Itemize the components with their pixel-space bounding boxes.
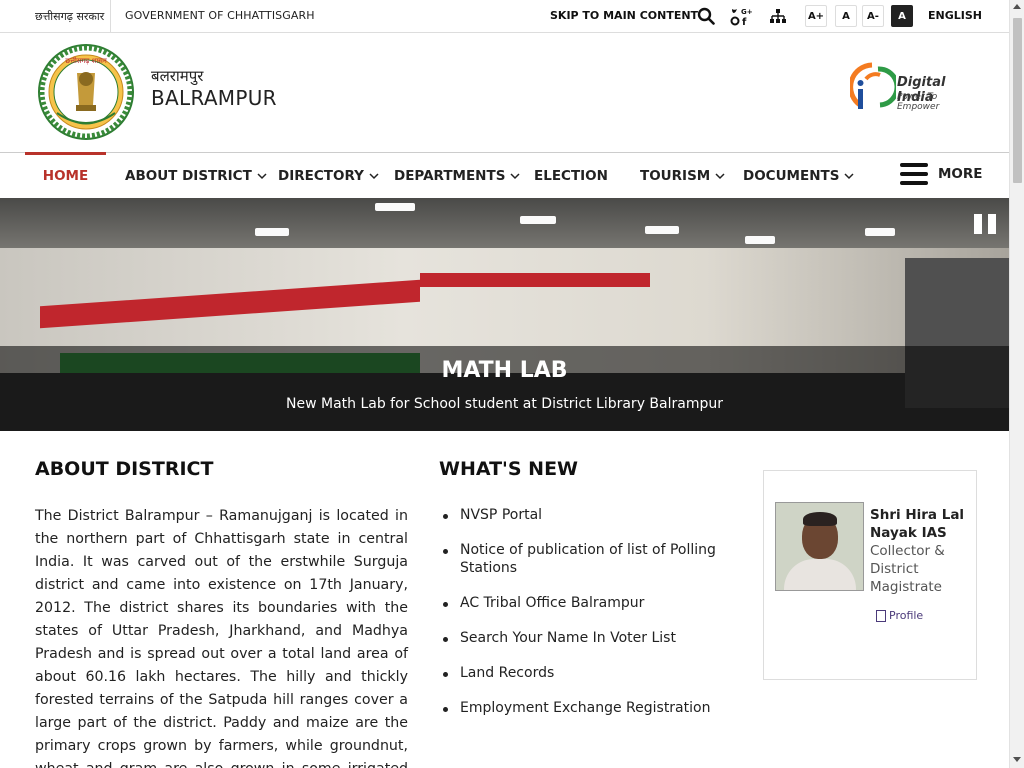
- nav-label: DEPARTMENTS: [394, 167, 506, 184]
- nav-about-district[interactable]: ABOUT DISTRICT: [125, 153, 267, 198]
- hamburger-menu-icon: [900, 163, 928, 185]
- profile-link[interactable]: Profile: [876, 609, 923, 622]
- nav-tourism[interactable]: TOURISM: [640, 153, 725, 198]
- main-navigation: HOME ABOUT DISTRICT DIRECTORY DEPARTMENT…: [0, 152, 1009, 198]
- digital-india-tagline: Power To Empower: [897, 92, 940, 112]
- chevron-down-icon: [715, 172, 725, 179]
- chevron-down-icon: [510, 172, 520, 179]
- nav-election[interactable]: ELECTION: [534, 153, 608, 198]
- social-media-icon[interactable]: G+ f: [730, 5, 752, 27]
- gov-english-link[interactable]: GOVERNMENT OF CHHATTISGARH: [125, 9, 315, 22]
- profile-link-label: Profile: [889, 609, 924, 622]
- scroll-up-arrow-icon[interactable]: [1013, 4, 1021, 9]
- high-contrast-button[interactable]: A: [891, 5, 913, 27]
- language-switch[interactable]: ENGLISH: [928, 9, 982, 22]
- nav-label: ABOUT DISTRICT: [125, 167, 252, 184]
- news-item-link[interactable]: Search Your Name In Voter List: [443, 629, 733, 647]
- news-item-link[interactable]: AC Tribal Office Balrampur: [443, 594, 733, 612]
- digital-india-mark-icon: [850, 62, 896, 109]
- banner-image-stripe: [420, 273, 650, 287]
- font-normal-button[interactable]: A: [835, 5, 857, 27]
- site-title-hindi[interactable]: बलरामपुर: [151, 66, 203, 86]
- font-increase-button[interactable]: A+: [805, 5, 827, 27]
- gov-hindi-link[interactable]: छत्तीसगढ़ सरकार: [35, 9, 104, 24]
- photo-shirt: [784, 559, 856, 590]
- collector-role: Collector & District Magistrate: [870, 543, 945, 595]
- collector-profile-card: Shri Hira Lal Nayak IAS Collector & Dist…: [763, 470, 977, 680]
- svg-text:f: f: [742, 17, 747, 26]
- nav-label: ELECTION: [534, 167, 608, 184]
- nav-label: TOURISM: [640, 167, 711, 184]
- font-decrease-button[interactable]: A-: [862, 5, 884, 27]
- about-district-text: The District Balrampur – Ramanujganj is …: [35, 508, 408, 768]
- chhattisgarh-emblem-logo[interactable]: छत्तीसगढ़ शासन: [37, 43, 135, 141]
- news-item-link[interactable]: Land Records: [443, 664, 733, 682]
- collector-photo: [775, 502, 864, 591]
- svg-text:G+: G+: [741, 8, 752, 16]
- ceiling-light: [520, 216, 556, 224]
- nav-more-button[interactable]: MORE: [900, 163, 983, 185]
- chevron-down-icon: [369, 172, 379, 179]
- news-item-link[interactable]: Employment Exchange Registration: [443, 699, 733, 717]
- nav-departments[interactable]: DEPARTMENTS: [394, 153, 520, 198]
- nav-documents[interactable]: DOCUMENTS: [743, 153, 854, 198]
- ceiling-light: [745, 236, 775, 244]
- scrollbar-thumb[interactable]: [1013, 18, 1022, 183]
- news-item-link[interactable]: NVSP Portal: [443, 506, 733, 524]
- about-district-heading: ABOUT DISTRICT: [35, 458, 214, 480]
- divider: [110, 0, 111, 33]
- nav-label: DOCUMENTS: [743, 167, 840, 184]
- ceiling-light: [375, 203, 415, 211]
- photo-hair: [803, 512, 837, 526]
- sitemap-icon[interactable]: [767, 5, 789, 27]
- search-icon[interactable]: [695, 5, 717, 27]
- slide-title: MATH LAB: [441, 358, 568, 383]
- ceiling-light: [645, 226, 679, 234]
- pause-icon[interactable]: [974, 214, 996, 234]
- scroll-down-arrow-icon[interactable]: [1013, 757, 1021, 762]
- document-icon: [876, 609, 886, 622]
- site-title-english[interactable]: BALRAMPUR: [151, 86, 277, 110]
- ceiling-light: [255, 228, 289, 236]
- site-header: छत्तीसगढ़ शासन बलरामपुर BALRAMPUR Digita…: [0, 33, 1009, 153]
- chevron-down-icon: [257, 172, 267, 179]
- hero-slider[interactable]: MATH LAB New Math Lab for School student…: [0, 198, 1009, 431]
- page-scrollbar[interactable]: [1009, 0, 1024, 768]
- nav-label: HOME: [42, 168, 89, 184]
- whats-new-list: NVSP Portal Notice of publication of lis…: [443, 506, 733, 734]
- collector-name: Shri Hira Lal Nayak IAS: [870, 507, 965, 541]
- digital-india-logo[interactable]: Digital India Power To Empower: [850, 61, 980, 117]
- skip-to-content-link[interactable]: SKIP TO MAIN CONTENT: [550, 9, 698, 22]
- whats-new-heading: WHAT'S NEW: [439, 458, 579, 480]
- slide-subtitle: New Math Lab for School student at Distr…: [286, 396, 723, 412]
- chevron-down-icon: [844, 172, 854, 179]
- top-utility-bar: छत्तीसगढ़ सरकार GOVERNMENT OF CHHATTISGA…: [0, 0, 1009, 33]
- ceiling-light: [865, 228, 895, 236]
- svg-text:छत्तीसगढ़ शासन: छत्तीसगढ़ शासन: [65, 56, 107, 65]
- nav-more-label: MORE: [938, 166, 983, 182]
- news-item-link[interactable]: Notice of publication of list of Polling…: [443, 541, 733, 577]
- nav-home[interactable]: HOME: [25, 152, 106, 197]
- nav-label: DIRECTORY: [278, 167, 364, 184]
- nav-directory[interactable]: DIRECTORY: [278, 153, 379, 198]
